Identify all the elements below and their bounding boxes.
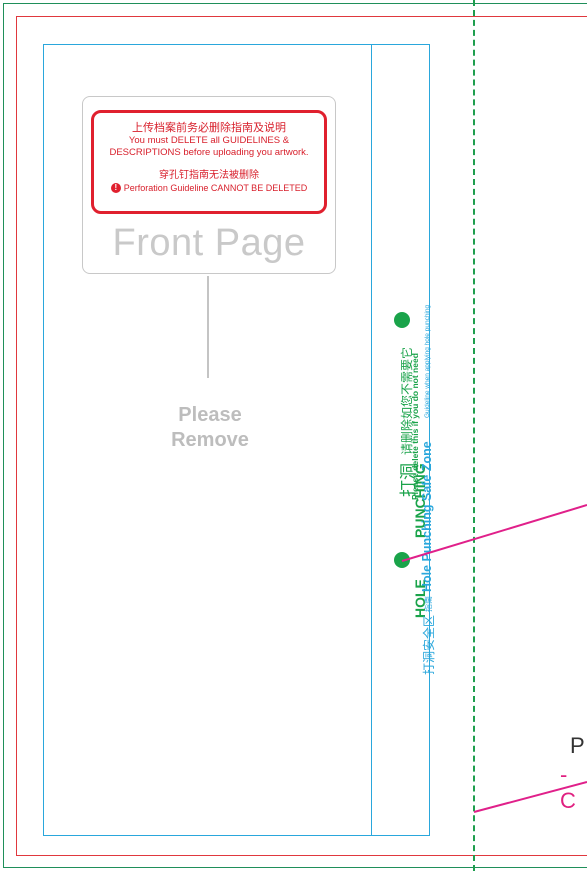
pointer-lines	[401, 504, 587, 813]
pointer-line-top	[401, 504, 587, 562]
partial-label-2: - C	[560, 762, 576, 813]
partial-label-1: P	[570, 733, 585, 758]
